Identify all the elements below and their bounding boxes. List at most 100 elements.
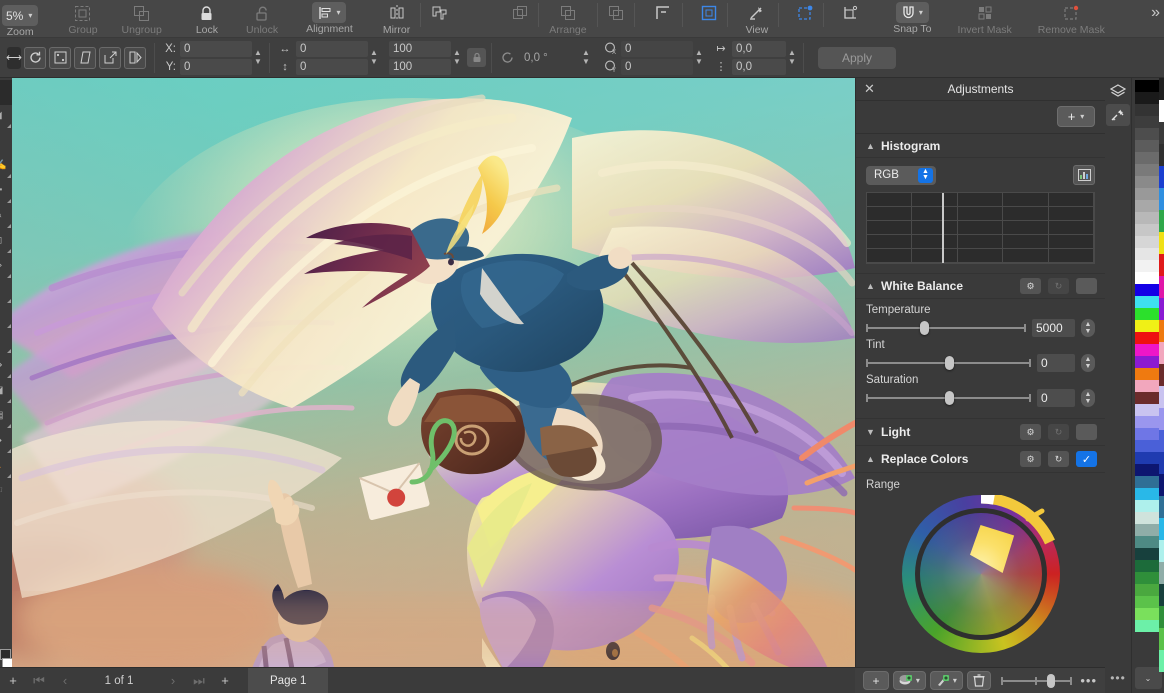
tool-color-picker[interactable]: ◆ xyxy=(0,430,12,455)
replace-colors-reset-icon[interactable]: ↻ xyxy=(1048,451,1069,467)
swatch-0[interactable] xyxy=(1135,80,1162,92)
swatch-6[interactable] xyxy=(1135,152,1162,164)
swatch-32[interactable] xyxy=(1135,464,1162,476)
swatches-expand-button[interactable]: ⌄ xyxy=(1135,667,1162,689)
swatch-5[interactable] xyxy=(1135,140,1162,152)
light-settings-icon[interactable]: ⚙ xyxy=(1020,424,1041,440)
scale-stepper[interactable]: ▲▼ xyxy=(451,42,463,74)
swatch-40[interactable] xyxy=(1135,560,1162,572)
toolbar-mask[interactable] xyxy=(791,0,819,38)
light-enable-checkbox[interactable] xyxy=(1076,424,1097,440)
swatch-14[interactable] xyxy=(1135,248,1162,260)
previous-page-button[interactable]: ‹ xyxy=(52,668,78,693)
swatch-9[interactable] xyxy=(1135,188,1162,200)
rotation-input[interactable] xyxy=(520,50,574,66)
sliver-swatch-2[interactable] xyxy=(1159,122,1164,144)
toolbar-overflow[interactable]: » xyxy=(1145,0,1164,38)
studio-rail-overflow[interactable]: ••• xyxy=(1110,671,1126,685)
tool-blur[interactable]: ○ xyxy=(0,305,12,330)
add-page-right-button[interactable]: + xyxy=(212,668,238,693)
swatch-11[interactable] xyxy=(1135,212,1162,224)
swatch-38[interactable] xyxy=(1135,536,1162,548)
add-adjustment-button[interactable]: + ▾ xyxy=(1057,106,1095,127)
toolbar-zoom[interactable]: 5% ▾ Zoom xyxy=(0,0,44,38)
section-header-replace-colors[interactable]: ▲ Replace Colors ⚙ ↻ ✓ xyxy=(856,446,1105,473)
apply-button[interactable]: Apply xyxy=(818,47,896,69)
scale-height-input[interactable] xyxy=(389,59,451,75)
sliver-swatch-6[interactable] xyxy=(1159,210,1164,232)
toolbar-arrange-back[interactable] xyxy=(602,0,630,38)
swatch-25[interactable] xyxy=(1135,380,1162,392)
sliver-swatch-18[interactable] xyxy=(1159,474,1164,496)
sliver-swatch-22[interactable] xyxy=(1159,562,1164,584)
tint-value[interactable]: 0 xyxy=(1037,354,1075,372)
swatch-33[interactable] xyxy=(1135,476,1162,488)
sliver-swatch-10[interactable] xyxy=(1159,298,1164,320)
swatch-35[interactable] xyxy=(1135,500,1162,512)
replace-colors-settings-icon[interactable]: ⚙ xyxy=(1020,451,1041,467)
histogram-options-icon[interactable] xyxy=(1073,165,1095,185)
anchor-y-input[interactable] xyxy=(732,59,786,75)
close-icon[interactable]: ✕ xyxy=(864,81,875,97)
tool-text[interactable]: A xyxy=(0,455,12,480)
tool-pen[interactable]: ⤇ xyxy=(0,355,12,380)
toolbar-alignment[interactable]: ▾ Alignment xyxy=(300,0,359,38)
swatch-19[interactable] xyxy=(1135,308,1162,320)
sliver-swatch-9[interactable] xyxy=(1159,276,1164,298)
add-mask-button[interactable]: ▾ xyxy=(930,671,963,690)
height-input[interactable] xyxy=(296,59,368,75)
swatch-44[interactable] xyxy=(1135,608,1162,620)
swatch-18[interactable] xyxy=(1135,296,1162,308)
swatch-37[interactable] xyxy=(1135,524,1162,536)
canvas-area[interactable] xyxy=(12,78,855,667)
anchor-stepper[interactable]: ▲▼ xyxy=(786,42,798,74)
swatch-23[interactable] xyxy=(1135,356,1162,368)
white-balance-reset-icon[interactable]: ↻ xyxy=(1048,278,1069,294)
swatch-15[interactable] xyxy=(1135,260,1162,272)
swatch-2[interactable] xyxy=(1135,104,1162,116)
tool-fill[interactable]: ◪ xyxy=(0,380,12,405)
delete-layer-button[interactable] xyxy=(967,671,991,690)
sliver-swatch-11[interactable] xyxy=(1159,320,1164,342)
sliver-swatch-16[interactable] xyxy=(1159,430,1164,452)
toolbar-flip[interactable] xyxy=(425,0,454,38)
toolbar-select-box[interactable] xyxy=(695,0,723,38)
swatch-12[interactable] xyxy=(1135,224,1162,236)
swatch-13[interactable] xyxy=(1135,236,1162,248)
add-layer-button[interactable]: + xyxy=(863,671,889,690)
toolbar-group[interactable]: Group xyxy=(62,0,103,38)
sliver-swatch-23[interactable] xyxy=(1159,584,1164,606)
tool-hand[interactable]: ☜ xyxy=(0,480,12,505)
swatch-39[interactable] xyxy=(1135,548,1162,560)
saturation-value[interactable]: 0 xyxy=(1037,389,1075,407)
tool-gradient[interactable]: ▤ xyxy=(0,405,12,430)
sliver-swatch-21[interactable] xyxy=(1159,540,1164,562)
section-header-white-balance[interactable]: ▲ White Balance ⚙ ↻ xyxy=(856,274,1105,299)
sliver-swatch-15[interactable] xyxy=(1159,408,1164,430)
toolbar-remove-mask[interactable]: Remove Mask xyxy=(1032,0,1111,38)
sliver-swatch-8[interactable] xyxy=(1159,254,1164,276)
studio-layers-button[interactable] xyxy=(1106,80,1130,102)
swatch-28[interactable] xyxy=(1135,416,1162,428)
move-mode-icon[interactable]: ⟷ xyxy=(7,47,21,69)
sliver-swatch-4[interactable] xyxy=(1159,166,1164,188)
temperature-value[interactable]: 5000 xyxy=(1032,319,1075,337)
scale-width-input[interactable] xyxy=(389,41,451,57)
swatch-20[interactable] xyxy=(1135,320,1162,332)
saturation-slider[interactable] xyxy=(866,391,1031,405)
swatch-34[interactable] xyxy=(1135,488,1162,500)
sliver-swatch-13[interactable] xyxy=(1159,364,1164,386)
temperature-stepper[interactable]: ▲▼ xyxy=(1081,319,1095,337)
swatch-21[interactable] xyxy=(1135,332,1162,344)
toolbar-arrange[interactable]: Arrange xyxy=(543,0,592,38)
snap-to-chip[interactable]: ▾ xyxy=(896,2,929,23)
swatch-4[interactable] xyxy=(1135,128,1162,140)
sliver-swatch-1[interactable] xyxy=(1159,100,1164,122)
swatch-31[interactable] xyxy=(1135,452,1162,464)
studio-adjustments-button[interactable] xyxy=(1106,104,1130,126)
tool-crop[interactable]: ⌞ xyxy=(0,130,12,155)
toolbar-snap-to[interactable]: ▾ Snap To xyxy=(887,0,937,38)
shear-y-input[interactable] xyxy=(621,59,693,75)
add-adjustment-layer-button[interactable]: ▾ xyxy=(893,671,926,690)
toolbar-lock[interactable]: Lock xyxy=(190,0,224,38)
